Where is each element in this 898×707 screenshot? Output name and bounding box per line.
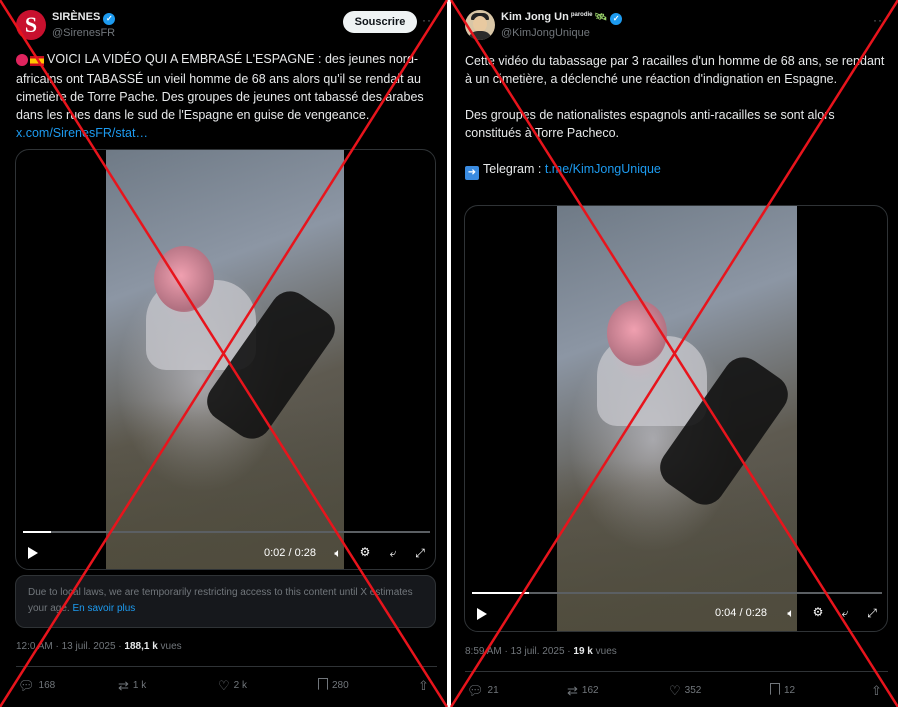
like-icon: ♡ (218, 678, 230, 693)
repost-button[interactable]: ⇄ 1 k (118, 678, 146, 694)
bookmark-count: 12 (784, 685, 796, 696)
fullscreen-icon[interactable]: ⤢ (412, 546, 428, 561)
author-name-text: SIRÈNES (52, 11, 101, 23)
repost-icon: ⇄ (567, 683, 578, 698)
settings-icon[interactable]: ⚙︎ (810, 605, 826, 619)
post-text: VOICI LA VIDÉO QUI A EMBRASÉ L'ESPAGNE :… (16, 50, 436, 142)
post-header: Kim Jong Un parodie 🛰︎ ✓ @KimJongUnique ··· (465, 10, 888, 42)
repost-icon: ⇄ (118, 678, 129, 693)
subscribe-button[interactable]: Souscrire (343, 11, 417, 33)
repost-count: 1 k (132, 680, 147, 691)
video-time: 0:02 / 0:28 (264, 547, 316, 559)
post-text: Cette vidéo du tabassage par 3 racailles… (465, 52, 885, 180)
telegram-label: Telegram : (483, 162, 545, 176)
verified-icon: ✓ (103, 13, 116, 25)
reply-count: 21 (487, 685, 499, 696)
volume-icon[interactable]: 🔈︎ (783, 606, 799, 621)
bookmark-button[interactable]: 280 (318, 678, 349, 691)
author-name[interactable]: SIRÈNES ✓ (52, 11, 116, 25)
like-button[interactable]: ♡ 352 (669, 683, 701, 699)
post-meta: 12:0 AM · 13 juil. 2025 · 188,1 k vues (16, 641, 182, 652)
like-icon: ♡ (669, 683, 681, 698)
video-player[interactable]: 0:04 / 0:28 🔈︎ ⚙︎ ⤶ ⤢ (464, 205, 888, 632)
bookmark-count: 280 (332, 680, 349, 691)
pip-icon[interactable]: ⤶ (385, 546, 401, 561)
video-progress-bar[interactable] (23, 531, 430, 533)
bookmark-button[interactable]: 12 (770, 683, 795, 696)
learn-more-link[interactable]: En savoir plus (72, 603, 135, 614)
author-name[interactable]: Kim Jong Un parodie 🛰︎ ✓ (501, 11, 623, 25)
parody-label: parodie (570, 12, 593, 18)
reply-button[interactable]: 💬︎ 21 (467, 683, 499, 699)
video-progress-fill (472, 592, 530, 594)
video-time: 0:04 / 0:28 (715, 607, 767, 619)
settings-icon[interactable]: ⚙︎ (357, 545, 373, 559)
post-paragraph-2: Des groupes de nationalistes espagnols a… (465, 108, 835, 140)
post-timestamp[interactable]: 12:0 AM · 13 juil. 2025 · (16, 641, 124, 652)
avatar[interactable] (465, 10, 495, 40)
post-timestamp[interactable]: 8:59 AM · 13 juil. 2025 · (465, 646, 573, 657)
share-icon: ⇧ (871, 683, 882, 698)
play-icon[interactable] (28, 547, 38, 559)
views-count: 188,1 k (124, 641, 158, 652)
verified-icon: ✓ (610, 13, 623, 25)
more-options-icon[interactable]: ··· (422, 13, 437, 27)
repost-button[interactable]: ⇄ 162 (567, 683, 599, 699)
divider (16, 666, 437, 667)
author-handle[interactable]: @KimJongUnique (501, 27, 590, 39)
avatar[interactable]: S (16, 10, 46, 40)
share-button[interactable]: ⇧ (418, 678, 433, 694)
telegram-line: ➜ Telegram : t.me/KimJongUnique (465, 160, 885, 180)
divider (465, 671, 888, 672)
play-icon[interactable] (477, 608, 487, 620)
flag-icons (16, 52, 47, 70)
age-restriction-notice: Due to local laws, we are temporarily re… (15, 575, 436, 628)
repost-count: 162 (581, 685, 599, 696)
spain-flag-icon (30, 56, 44, 66)
video-progress-bar[interactable] (472, 592, 882, 594)
like-count: 2 k (233, 680, 247, 691)
pip-icon[interactable]: ⤶ (837, 606, 853, 621)
views-count: 19 k (573, 646, 593, 657)
video-frame (557, 206, 797, 631)
left-post: S SIRÈNES ✓ @SirenesFR Souscrire ··· VOIC… (0, 0, 447, 707)
views-label: vues (592, 646, 617, 657)
red-circle-icon (16, 54, 28, 66)
satellite-icon: 🛰︎ (594, 12, 608, 23)
reply-icon: 💬︎ (467, 683, 484, 698)
bookmark-icon (318, 678, 328, 690)
more-options-icon[interactable]: ··· (873, 13, 888, 27)
post-link[interactable]: x.com/SirenesFR/stat… (16, 124, 436, 142)
video-frame (106, 150, 344, 569)
action-bar: 💬︎ 168 ⇄ 1 k ♡ 2 k 280 ⇧ (18, 678, 438, 698)
post-header: S SIRÈNES ✓ @SirenesFR Souscrire ··· (16, 10, 437, 42)
volume-icon[interactable]: 🔈︎ (330, 546, 346, 561)
views-label: vues (157, 641, 182, 652)
share-icon: ⇧ (418, 678, 429, 693)
share-button[interactable]: ⇧ (871, 683, 886, 699)
telegram-link[interactable]: t.me/KimJongUnique (545, 162, 661, 176)
post-paragraph-1: Cette vidéo du tabassage par 3 racailles… (465, 54, 885, 86)
telegram-arrow-icon: ➜ (465, 166, 479, 180)
fullscreen-icon[interactable]: ⤢ (864, 606, 880, 621)
action-bar: 💬︎ 21 ⇄ 162 ♡ 352 12 ⇧ (467, 683, 889, 703)
reply-button[interactable]: 💬︎ 168 (18, 678, 55, 694)
video-progress-fill (23, 531, 52, 533)
author-handle[interactable]: @SirenesFR (52, 27, 115, 39)
right-post: Kim Jong Un parodie 🛰︎ ✓ @KimJongUnique ···… (451, 0, 898, 707)
post-body: VOICI LA VIDÉO QUI A EMBRASÉ L'ESPAGNE :… (16, 52, 424, 122)
reply-icon: 💬︎ (18, 678, 35, 693)
reply-count: 168 (38, 680, 56, 691)
post-meta: 8:59 AM · 13 juil. 2025 · 19 k vues (465, 646, 617, 657)
bookmark-icon (770, 683, 780, 695)
like-button[interactable]: ♡ 2 k (218, 678, 247, 694)
like-count: 352 (684, 685, 702, 696)
author-name-text: Kim Jong Un (501, 11, 569, 23)
video-player[interactable]: 0:02 / 0:28 🔈︎ ⚙︎ ⤶ ⤢ (15, 149, 436, 570)
